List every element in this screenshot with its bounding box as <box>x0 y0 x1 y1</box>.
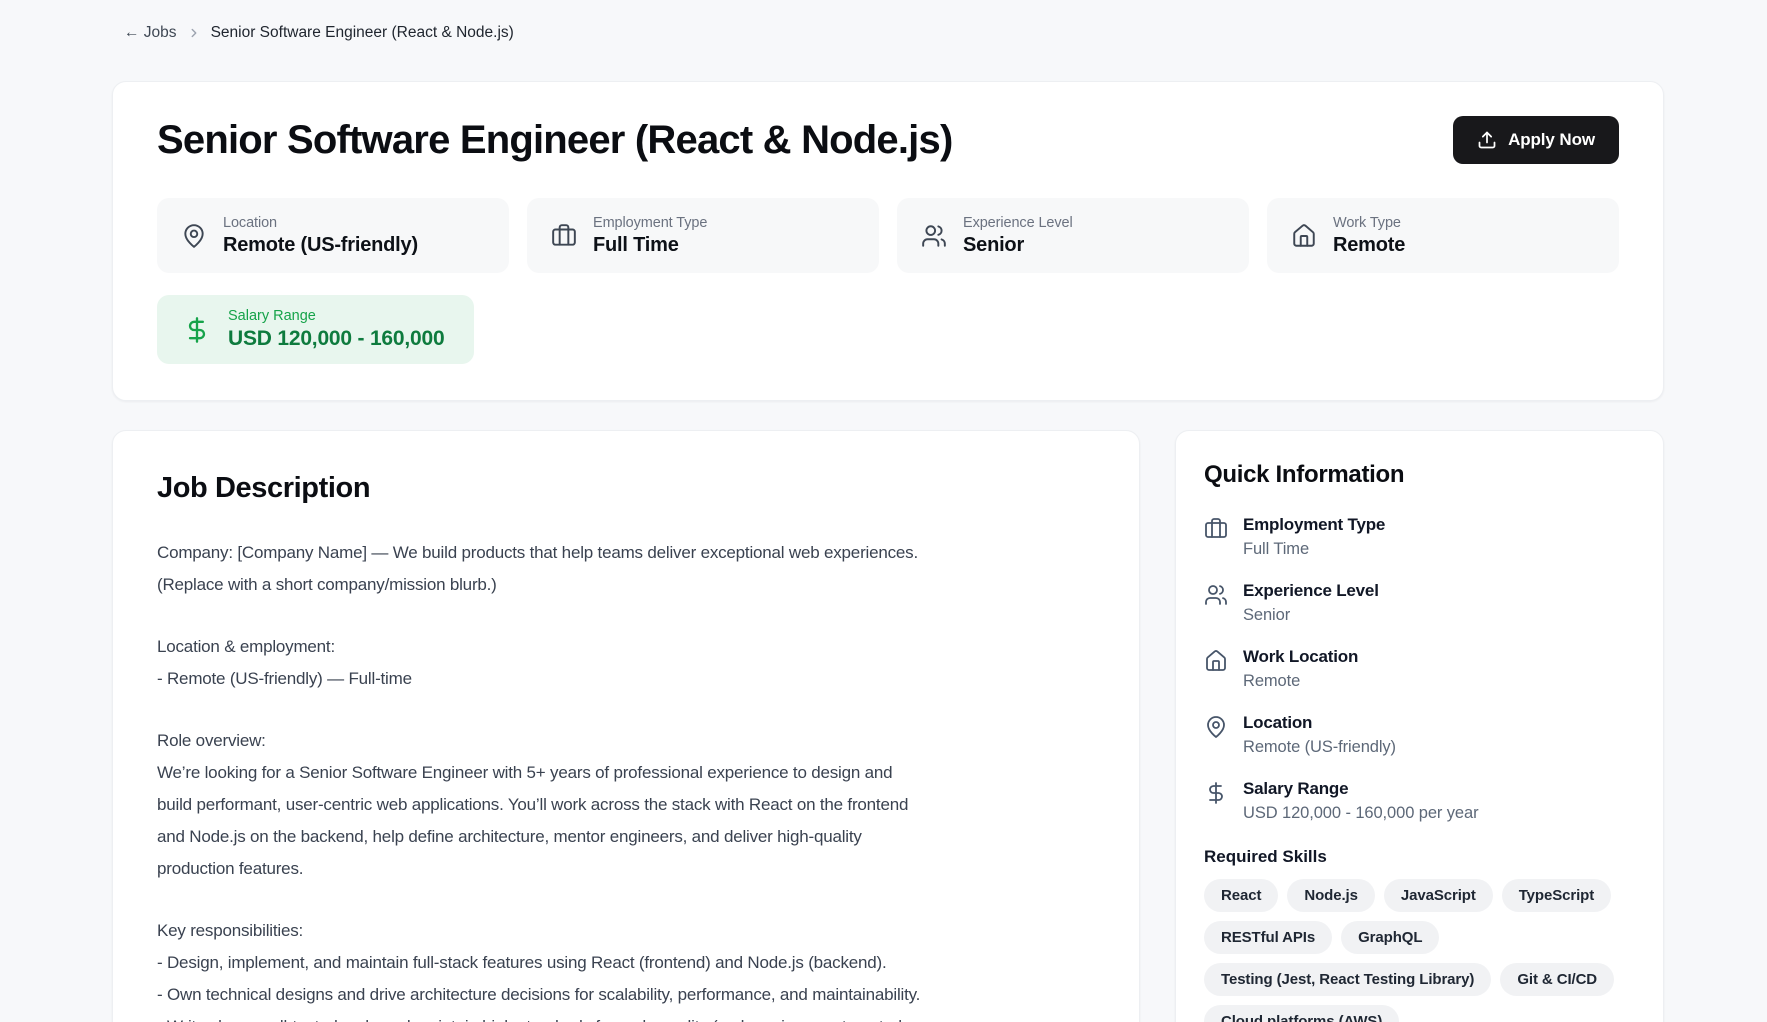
highlight-employment-type: Employment Type Full Time <box>527 198 879 273</box>
highlight-value: Senior <box>963 234 1073 257</box>
highlight-value: Remote (US-friendly) <box>223 234 418 257</box>
home-icon <box>1204 649 1228 673</box>
highlight-location: Location Remote (US-friendly) <box>157 198 509 273</box>
breadcrumb: ← Jobs Senior Software Engineer (React &… <box>112 22 1664 43</box>
breadcrumb-current: Senior Software Engineer (React & Node.j… <box>211 24 514 42</box>
quick-info-employment-type: Employment Type Full Time <box>1204 515 1635 559</box>
quick-info-value: Remote <box>1243 672 1358 691</box>
skill-tag: React <box>1204 879 1278 912</box>
required-skills-title: Required Skills <box>1204 847 1635 867</box>
job-description-card: Job Description Company: [Company Name] … <box>112 430 1140 1022</box>
quick-information-card: Quick Information Employment Type Full T… <box>1175 430 1664 1022</box>
job-description-title: Job Description <box>157 471 1095 505</box>
required-skills-list: React Node.js JavaScript TypeScript REST… <box>1204 879 1635 1022</box>
skill-tag: Git & CI/CD <box>1500 963 1614 996</box>
quick-info-label: Location <box>1243 713 1396 733</box>
skill-tag: RESTful APIs <box>1204 921 1332 954</box>
page: ← Jobs Senior Software Engineer (React &… <box>112 0 1664 1022</box>
skill-tag: JavaScript <box>1384 879 1493 912</box>
highlight-label: Location <box>223 215 418 231</box>
briefcase-icon <box>551 223 577 249</box>
highlight-label: Experience Level <box>963 215 1073 231</box>
map-pin-icon <box>181 223 207 249</box>
highlight-label: Work Type <box>1333 215 1405 231</box>
quick-information-title: Quick Information <box>1204 461 1635 489</box>
quick-info-location: Location Remote (US-friendly) <box>1204 713 1635 757</box>
chevron-right-icon <box>187 26 201 40</box>
upload-icon <box>1477 130 1497 150</box>
breadcrumb-back-link[interactable]: ← Jobs <box>124 24 177 42</box>
highlight-label: Employment Type <box>593 215 707 231</box>
apply-now-label: Apply Now <box>1508 130 1595 150</box>
quick-info-salary-range: Salary Range USD 120,000 - 160,000 per y… <box>1204 779 1635 823</box>
quick-info-label: Work Location <box>1243 647 1358 667</box>
home-icon <box>1291 223 1317 249</box>
map-pin-icon <box>1204 715 1228 739</box>
salary-value: USD 120,000 - 160,000 <box>228 327 444 351</box>
quick-info-label: Experience Level <box>1243 581 1379 601</box>
job-description-paragraph: Key responsibilities: - Design, implemen… <box>157 915 1095 1022</box>
skill-tag: Cloud platforms (AWS) <box>1204 1005 1399 1022</box>
highlight-experience-level: Experience Level Senior <box>897 198 1249 273</box>
job-description-paragraph: Company: [Company Name] — We build produ… <box>157 537 1095 601</box>
job-highlights: Location Remote (US-friendly) Employment… <box>157 198 1619 273</box>
skill-tag: Node.js <box>1287 879 1374 912</box>
job-description-paragraph: Location & employment: - Remote (US-frie… <box>157 631 1095 695</box>
quick-info-work-location: Work Location Remote <box>1204 647 1635 691</box>
job-title: Senior Software Engineer (React & Node.j… <box>157 116 952 164</box>
quick-info-value: Full Time <box>1243 540 1385 559</box>
salary-range-card: Salary Range USD 120,000 - 160,000 <box>157 295 474 364</box>
users-icon <box>921 223 947 249</box>
quick-info-value: USD 120,000 - 160,000 per year <box>1243 804 1479 823</box>
quick-info-value: Remote (US-friendly) <box>1243 738 1396 757</box>
dollar-sign-icon <box>1204 781 1228 805</box>
quick-info-experience-level: Experience Level Senior <box>1204 581 1635 625</box>
job-header-card: Senior Software Engineer (React & Node.j… <box>112 81 1664 401</box>
highlight-work-type: Work Type Remote <box>1267 198 1619 273</box>
quick-info-label: Employment Type <box>1243 515 1385 535</box>
users-icon <box>1204 583 1228 607</box>
skill-tag: Testing (Jest, React Testing Library) <box>1204 963 1491 996</box>
quick-info-label: Salary Range <box>1243 779 1479 799</box>
skill-tag: TypeScript <box>1502 879 1611 912</box>
salary-label: Salary Range <box>228 308 444 324</box>
briefcase-icon <box>1204 517 1228 541</box>
skill-tag: GraphQL <box>1341 921 1439 954</box>
highlight-value: Remote <box>1333 234 1405 257</box>
highlight-value: Full Time <box>593 234 707 257</box>
apply-now-button[interactable]: Apply Now <box>1453 116 1619 164</box>
job-description-paragraph: Role overview: We’re looking for a Senio… <box>157 725 1095 885</box>
dollar-sign-icon <box>183 316 211 344</box>
quick-info-value: Senior <box>1243 606 1379 625</box>
